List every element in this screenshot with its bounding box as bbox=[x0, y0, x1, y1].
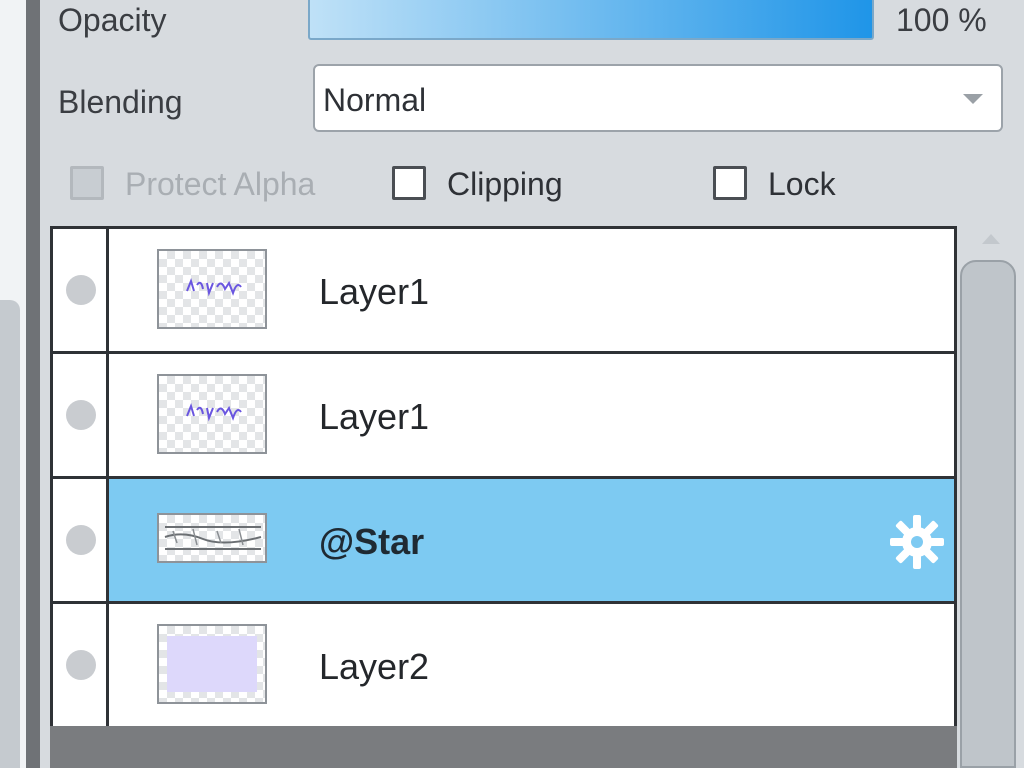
layer-row[interactable]: Layer2 bbox=[53, 604, 954, 729]
lock-label: Lock bbox=[768, 166, 836, 202]
star-strip-icon bbox=[164, 526, 262, 550]
clipping-checkbox[interactable] bbox=[392, 166, 426, 200]
layer-name: @Star bbox=[319, 521, 425, 562]
panel-divider[interactable] bbox=[26, 0, 40, 768]
layer-row-selected[interactable]: @Star bbox=[53, 479, 954, 604]
layer-list-scrollbar[interactable] bbox=[958, 226, 1024, 768]
protect-alpha-checkbox[interactable] bbox=[70, 166, 104, 200]
layer-thumbnail bbox=[157, 374, 267, 454]
chevron-down-icon bbox=[963, 94, 983, 104]
layer-row[interactable]: Layer1 bbox=[53, 229, 954, 354]
visibility-toggle-icon[interactable] bbox=[66, 400, 96, 430]
opacity-value: 100 % bbox=[896, 2, 987, 38]
left-panel-strip bbox=[0, 0, 26, 768]
clipping-label: Clipping bbox=[447, 166, 563, 202]
opacity-slider[interactable] bbox=[308, 0, 874, 40]
layer-thumbnail bbox=[157, 624, 267, 704]
scroll-up-icon[interactable] bbox=[982, 234, 1000, 244]
blending-label: Blending bbox=[58, 84, 183, 120]
scrollbar-thumb[interactable] bbox=[960, 260, 1016, 768]
layer-properties-panel: Opacity 100 % Blending Normal Protect Al… bbox=[40, 0, 1024, 768]
visibility-cell[interactable] bbox=[53, 479, 109, 601]
visibility-toggle-icon[interactable] bbox=[66, 525, 96, 555]
layer-list: Layer1 Layer1 @Star Layer2 bbox=[50, 226, 957, 729]
visibility-cell[interactable] bbox=[53, 604, 109, 729]
scribble-icon bbox=[186, 402, 242, 422]
layer-name: Layer1 bbox=[319, 271, 430, 312]
left-panel-tab[interactable] bbox=[0, 300, 20, 768]
blending-dropdown[interactable]: Normal bbox=[313, 64, 1003, 132]
visibility-toggle-icon[interactable] bbox=[66, 275, 96, 305]
lock-checkbox[interactable] bbox=[713, 166, 747, 200]
layer-row[interactable]: Layer1 bbox=[53, 354, 954, 479]
gear-icon[interactable] bbox=[888, 513, 946, 571]
scribble-icon bbox=[186, 277, 242, 297]
fill-icon bbox=[167, 636, 257, 692]
layer-name: Layer1 bbox=[319, 396, 430, 437]
opacity-label: Opacity bbox=[58, 2, 167, 38]
layer-thumbnail bbox=[157, 513, 267, 563]
visibility-cell[interactable] bbox=[53, 354, 109, 476]
protect-alpha-label: Protect Alpha bbox=[125, 166, 316, 202]
visibility-cell[interactable] bbox=[53, 229, 109, 351]
layer-name: Layer2 bbox=[319, 646, 430, 687]
layer-list-footer bbox=[50, 726, 957, 768]
layer-thumbnail bbox=[157, 249, 267, 329]
blending-dropdown-value: Normal bbox=[323, 82, 427, 118]
visibility-toggle-icon[interactable] bbox=[66, 650, 96, 680]
